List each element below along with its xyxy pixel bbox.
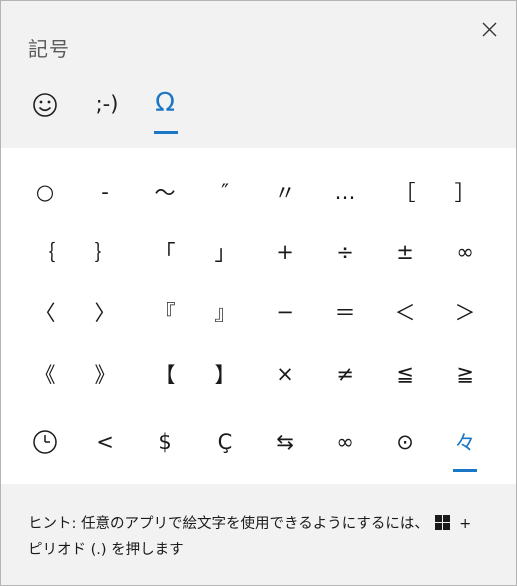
symbol-glyph: ｛	[34, 241, 56, 265]
symbol-glyph: ≧	[456, 362, 474, 386]
symbol-cell[interactable]: 】	[195, 344, 255, 404]
symbol-cell[interactable]: 〈	[15, 282, 75, 342]
symbol-cell[interactable]: 》	[75, 344, 135, 404]
hint-text: ヒント: 任意のアプリで絵文字を使用できるようにするには、 + ピリオド (.)…	[28, 511, 498, 563]
close-icon	[482, 22, 497, 37]
hint-line-1: ヒント: 任意のアプリで絵文字を使用できるようにするには、	[28, 516, 429, 532]
symbol-cell[interactable]: ∞	[435, 222, 495, 282]
symbol-cell[interactable]: Ç	[195, 412, 255, 472]
symbol-grid: ○ - 〜 ″ 〃 … ［ ］ ｛ ｝ 「 」 + ÷ ± ∞ 〈 〉 『 』 − ＝ ＜ ＞ 《 》 【 】 × ≠ ≦ ≧ < $ Ç ⇆ ∞ ⊙ 々	[1, 148, 516, 484]
symbol-cell[interactable]: …	[315, 162, 375, 222]
symbol-glyph: 』	[214, 301, 236, 325]
symbol-cell[interactable]: ＞	[435, 282, 495, 342]
windows-logo-icon	[435, 515, 451, 530]
symbol-cell[interactable]: ⊙	[375, 412, 435, 472]
symbol-cell[interactable]: 々	[435, 412, 495, 472]
symbol-glyph: ＜	[394, 301, 416, 325]
symbol-cell[interactable]: ×	[255, 344, 315, 404]
symbol-cell[interactable]: 」	[195, 222, 255, 282]
tab-symbols-label: Ω	[155, 88, 175, 118]
symbol-glyph: ÷	[336, 240, 354, 264]
symbol-cell[interactable]: $	[135, 412, 195, 472]
symbol-cell[interactable]: 《	[15, 344, 75, 404]
symbol-cell[interactable]: 〜	[135, 162, 195, 222]
symbol-glyph: ＝	[334, 301, 356, 325]
symbol-glyph: ｝	[94, 241, 116, 265]
symbol-cell[interactable]: −	[255, 282, 315, 342]
symbol-glyph: ∞	[336, 430, 354, 454]
symbol-cell[interactable]: 「	[135, 222, 195, 282]
symbol-glyph: 〉	[94, 301, 116, 325]
symbol-glyph: <	[96, 430, 114, 454]
symbol-glyph: -	[101, 180, 109, 204]
panel-footer: ヒント: 任意のアプリで絵文字を使用できるようにするには、 + ピリオド (.)…	[1, 484, 516, 585]
symbol-cell[interactable]: +	[255, 222, 315, 282]
symbol-glyph: ×	[276, 362, 294, 386]
symbol-cell[interactable]: 』	[195, 282, 255, 342]
symbol-glyph: ＞	[454, 301, 476, 325]
symbol-cell[interactable]: 【	[135, 344, 195, 404]
symbol-glyph: 】	[214, 363, 236, 387]
symbol-glyph: ″	[221, 180, 229, 204]
symbol-glyph: 『	[154, 301, 176, 325]
symbol-glyph: 【	[154, 363, 176, 387]
symbol-cell[interactable]: ［	[375, 162, 435, 222]
panel-header: 記号 ;-) Ω	[1, 1, 516, 148]
symbol-glyph: 々	[454, 431, 476, 455]
symbol-cell[interactable]: ＝	[315, 282, 375, 342]
symbol-glyph: 〃	[274, 181, 296, 205]
symbol-cell[interactable]: 〃	[255, 162, 315, 222]
symbol-glyph: +	[276, 240, 294, 264]
symbol-glyph: ⊙	[396, 430, 414, 454]
symbol-cell[interactable]: ±	[375, 222, 435, 282]
hint-plus: +	[459, 516, 472, 532]
active-tab-indicator	[154, 131, 178, 134]
symbol-glyph: $	[158, 430, 172, 454]
tab-kaomoji[interactable]: ;-)	[87, 83, 127, 133]
symbol-glyph: 〜	[154, 181, 176, 205]
symbol-glyph: …	[334, 180, 356, 204]
hint-line-2: ピリオド (.) を押します	[28, 542, 184, 558]
symbol-cell[interactable]: 〉	[75, 282, 135, 342]
symbol-glyph: ］	[454, 181, 476, 205]
symbol-cell[interactable]: ″	[195, 162, 255, 222]
symbol-cell[interactable]: ≧	[435, 344, 495, 404]
symbol-cell[interactable]: ≠	[315, 344, 375, 404]
tab-emoji[interactable]	[25, 83, 65, 133]
close-button[interactable]	[475, 15, 503, 43]
symbol-glyph: ±	[396, 240, 414, 264]
tab-symbols[interactable]: Ω	[145, 83, 185, 133]
symbol-glyph: 〈	[34, 301, 56, 325]
symbol-cell[interactable]: ≦	[375, 344, 435, 404]
emoji-panel: 記号 ;-) Ω ○ - 〜 ″ 〃 … ［ ］ ｛ ｝ 「 」 + ÷ ± ∞ 〈 〉 『 』 − ＝ ＜ ＞ 《 》 【 】 × ≠ ≦…	[0, 0, 517, 586]
smiley-icon	[33, 93, 57, 117]
symbol-cell[interactable]: ⇆	[255, 412, 315, 472]
tab-kaomoji-label: ;-)	[95, 92, 119, 116]
symbol-cell[interactable]: ○	[15, 162, 75, 222]
symbol-glyph: ○	[35, 180, 55, 204]
symbol-cell[interactable]: ∞	[315, 412, 375, 472]
symbol-glyph: Ç	[217, 430, 233, 454]
symbol-glyph: ［	[394, 181, 416, 205]
symbol-glyph: 」	[214, 241, 236, 265]
symbol-glyph: ∞	[456, 240, 474, 264]
symbol-glyph: −	[276, 300, 294, 324]
symbol-glyph: 》	[94, 363, 116, 387]
symbol-glyph: 「	[154, 241, 176, 265]
symbol-cell[interactable]: ＜	[375, 282, 435, 342]
symbol-cell-clock[interactable]	[15, 412, 75, 472]
symbol-glyph: 《	[34, 363, 56, 387]
symbol-cell[interactable]: ］	[435, 162, 495, 222]
clock-icon	[33, 430, 57, 454]
symbol-glyph: ≠	[336, 362, 354, 386]
symbol-cell[interactable]: <	[75, 412, 135, 472]
panel-title: 記号	[28, 37, 70, 61]
symbol-cell[interactable]: ｝	[75, 222, 135, 282]
symbol-glyph: ⇆	[276, 430, 294, 454]
symbol-cell[interactable]: ｛	[15, 222, 75, 282]
symbol-cell[interactable]: -	[75, 162, 135, 222]
symbol-cell[interactable]: 『	[135, 282, 195, 342]
symbol-glyph: ≦	[396, 362, 414, 386]
symbol-cell[interactable]: ÷	[315, 222, 375, 282]
